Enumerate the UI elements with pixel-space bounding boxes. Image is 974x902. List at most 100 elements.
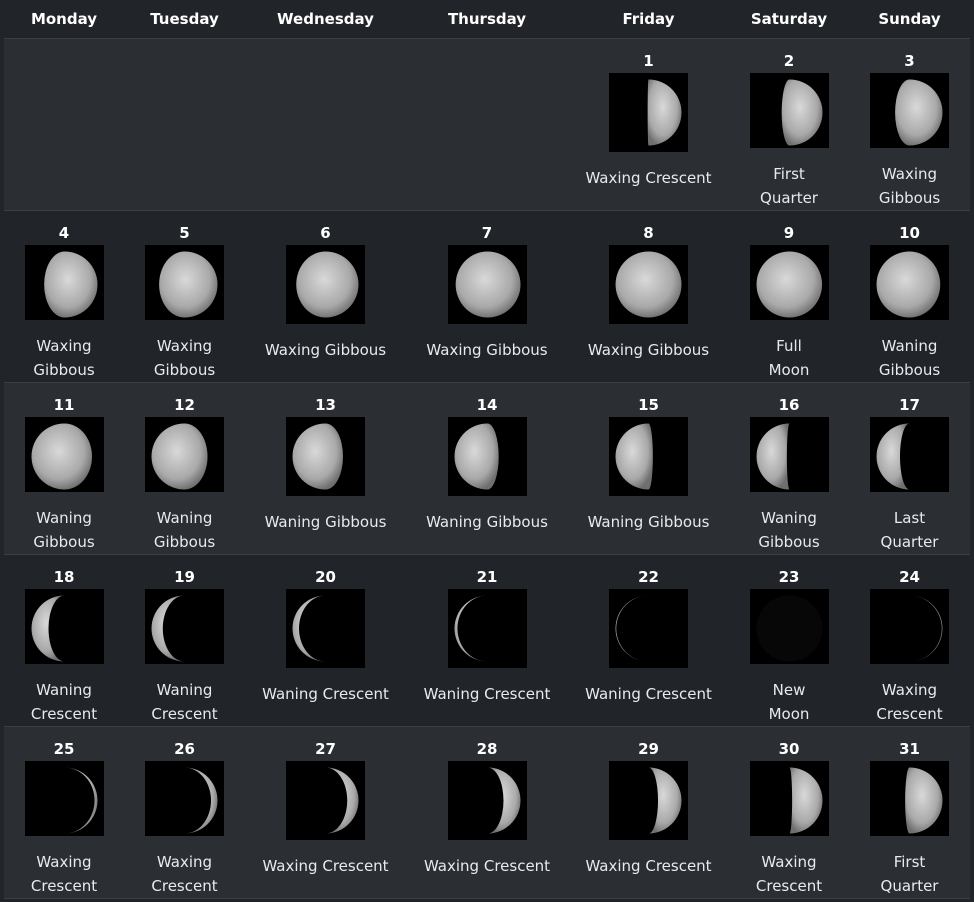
weekday-tuesday: Tuesday (150, 10, 219, 28)
day-cell[interactable]: 10 Waning Gibbous (849, 211, 970, 382)
phase-label: Waning Gibbous (426, 513, 548, 531)
day-number: 4 (58, 224, 70, 242)
phase-label: New Moon (768, 681, 810, 723)
moon-phase-icon (24, 761, 104, 836)
day-cell[interactable]: 6 Waxing Gibbous (245, 211, 406, 382)
phase-label: Waning Crescent (423, 685, 551, 703)
moon-phase-icon (24, 245, 104, 320)
day-cell[interactable]: 7 Waxing Gibbous (406, 211, 568, 382)
day-number: 20 (315, 568, 336, 586)
phase-label: Waxing Crescent (30, 853, 98, 895)
day-number: 21 (476, 568, 498, 586)
phase-label: First Quarter (760, 165, 818, 207)
phase-label: Waning Crescent (30, 681, 98, 723)
moon-phase-icon (749, 245, 829, 320)
day-number: 2 (783, 52, 795, 70)
day-number: 28 (476, 740, 498, 758)
day-number: 11 (53, 396, 75, 414)
weekday-monday: Monday (30, 10, 98, 28)
day-number: 3 (904, 52, 915, 70)
day-number: 18 (53, 568, 75, 586)
day-number: 14 (476, 396, 498, 414)
phase-label: Waning Crescent (585, 685, 712, 703)
day-number: 12 (174, 396, 195, 414)
day-cell[interactable]: 16 Waning Gibbous (729, 383, 849, 554)
day-cell[interactable]: 3 Waxing Gibbous (849, 39, 970, 210)
moon-phase-icon (609, 761, 688, 840)
day-cell[interactable]: 9 Full Moon (729, 211, 849, 382)
day-cell[interactable]: 21 Waning Crescent (406, 555, 568, 726)
weekday-wednesday: Wednesday (277, 10, 374, 28)
day-cell (245, 39, 406, 210)
week-row: 1 Waxing Crescent 2 First Quarter 3 Waxing Gi… (4, 38, 970, 210)
day-number: 23 (778, 568, 800, 586)
day-cell[interactable]: 22 Waning Crescent (568, 555, 729, 726)
phase-label: Waning Gibbous (264, 513, 387, 531)
day-number: 9 (783, 224, 795, 242)
day-cell[interactable]: 15 Waning Gibbous (568, 383, 729, 554)
day-cell[interactable]: 30 Waxing Crescent (729, 727, 849, 898)
phase-label: Waxing Gibbous (878, 165, 941, 207)
day-cell[interactable]: 2 First Quarter (729, 39, 849, 210)
day-cell[interactable]: 29 Waxing Crescent (568, 727, 729, 898)
moon-phase-icon (447, 589, 527, 668)
day-cell[interactable]: 27 Waxing Crescent (245, 727, 406, 898)
day-cell[interactable]: 18 Waning Crescent (4, 555, 124, 726)
weekday-sunday: Sunday (878, 10, 941, 28)
week-row: 4 Waxing Gibbous 5 Waxing Gibbous 6 Waxing Gi… (4, 210, 970, 382)
week-row: 18 Waning Crescent 19 Waning Crescent 20 Wani… (4, 554, 970, 726)
day-number: 10 (899, 224, 920, 242)
day-cell[interactable]: 8 Waxing Gibbous (568, 211, 729, 382)
day-cell[interactable]: 25 Waxing Crescent (4, 727, 124, 898)
moon-phase-icon (24, 589, 104, 664)
day-cell[interactable]: 23 New Moon (729, 555, 849, 726)
day-number: 5 (179, 224, 190, 242)
phase-label: Waxing Gibbous (264, 341, 387, 359)
moon-calendar: Monday Tuesday Wednesday Thursday Friday… (4, 0, 970, 899)
day-cell[interactable]: 26 Waxing Crescent (124, 727, 245, 898)
phase-label: Waxing Crescent (585, 169, 712, 187)
day-cell[interactable]: 12 Waning Gibbous (124, 383, 245, 554)
day-cell[interactable]: 31 First Quarter (849, 727, 970, 898)
day-number: 8 (643, 224, 654, 242)
day-cell[interactable]: 24 Waxing Crescent (849, 555, 970, 726)
moon-phase-icon (870, 589, 949, 664)
phase-label: Waning Gibbous (33, 509, 95, 551)
day-cell[interactable]: 13 Waning Gibbous (245, 383, 406, 554)
weekday-thursday: Thursday (447, 10, 527, 28)
moon-phase-icon (749, 589, 829, 664)
day-cell[interactable]: 19 Waning Crescent (124, 555, 245, 726)
moon-phase-icon (609, 73, 688, 152)
day-number: 25 (53, 740, 75, 758)
day-cell[interactable]: 14 Waning Gibbous (406, 383, 568, 554)
day-cell[interactable]: 5 Waxing Gibbous (124, 211, 245, 382)
day-cell[interactable]: 1 Waxing Crescent (568, 39, 729, 210)
moon-phase-icon (447, 761, 527, 840)
moon-phase-icon (24, 417, 104, 492)
day-cell[interactable]: 28 Waxing Crescent (406, 727, 568, 898)
day-number: 30 (778, 740, 800, 758)
moon-phase-icon (286, 761, 365, 840)
phase-label: Waxing Gibbous (587, 341, 710, 359)
day-cell[interactable]: 17 Last Quarter (849, 383, 970, 554)
moon-phase-icon (286, 245, 365, 324)
day-cell (406, 39, 568, 210)
weekday-header: Monday Tuesday Wednesday Thursday Friday… (4, 0, 970, 38)
day-number: 1 (643, 52, 654, 70)
day-cell[interactable]: 4 Waxing Gibbous (4, 211, 124, 382)
phase-label: Last Quarter (880, 509, 939, 551)
phase-label: Waxing Crescent (262, 857, 389, 875)
moon-phase-icon (609, 417, 688, 496)
moon-phase-icon (447, 245, 527, 324)
moon-phase-icon (145, 245, 224, 320)
day-cell[interactable]: 20 Waning Crescent (245, 555, 406, 726)
moon-phase-icon (749, 73, 829, 148)
moon-phase-icon (870, 245, 949, 320)
moon-phase-icon (870, 761, 949, 836)
day-number: 13 (315, 396, 336, 414)
moon-phase-icon (749, 417, 829, 492)
moon-phase-icon (749, 761, 829, 836)
day-cell[interactable]: 11 Waning Gibbous (4, 383, 124, 554)
day-cell (4, 39, 124, 210)
phase-label: Waning Crescent (262, 685, 389, 703)
